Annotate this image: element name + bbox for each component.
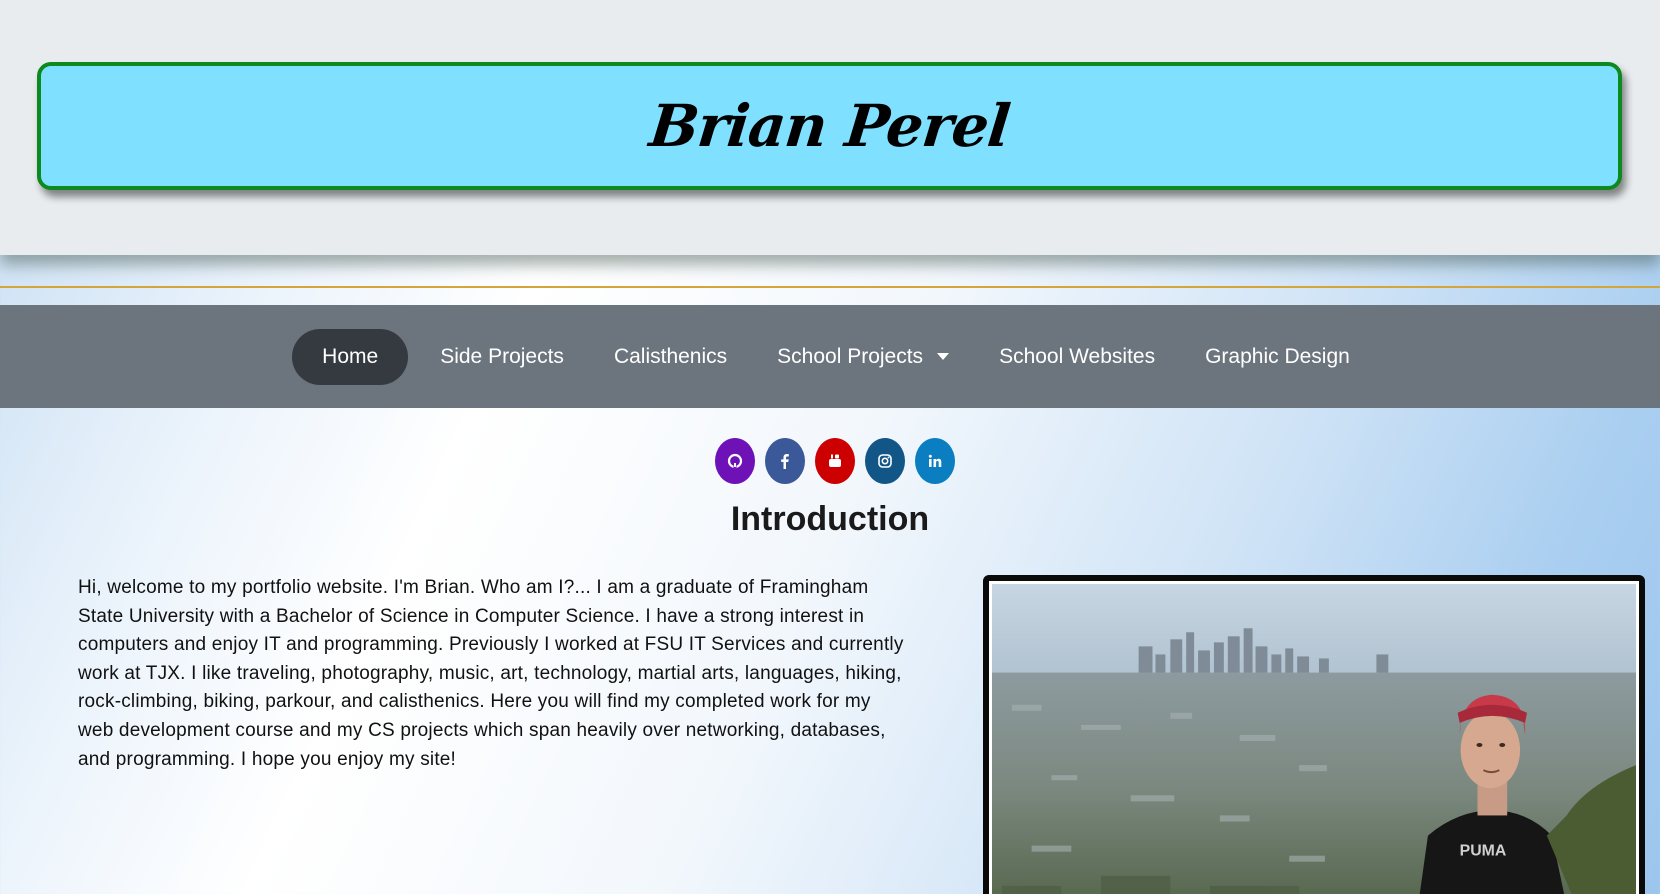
github-glyph: [727, 453, 743, 469]
shirt-text: PUMA: [1460, 843, 1507, 860]
profile-photo-frame: PUMA: [983, 575, 1645, 894]
site-title: Brian Perel: [646, 92, 1013, 160]
nav-item-label: School Projects: [777, 344, 924, 368]
city-skyline-image: PUMA: [992, 584, 1636, 894]
intro-paragraph: Hi, welcome to my portfolio website. I'm…: [78, 577, 904, 770]
nav-item-label: Side Projects: [440, 344, 564, 368]
nav-item-calisthenics[interactable]: Calisthenics: [596, 331, 745, 383]
section-title-introduction: Introduction: [730, 500, 930, 538]
nav-item-graphic-design[interactable]: Graphic Design: [1187, 331, 1368, 383]
github-icon[interactable]: [715, 438, 755, 484]
linkedin-icon[interactable]: [915, 438, 955, 484]
nav-item-home[interactable]: Home: [292, 328, 409, 385]
profile-photo: PUMA: [992, 584, 1636, 894]
nav-item-school-websites[interactable]: School Websites: [981, 331, 1173, 383]
nav-item-school-projects[interactable]: School Projects: [759, 331, 967, 383]
nav-item-side-projects[interactable]: Side Projects: [422, 331, 582, 383]
divider-line: [0, 286, 1660, 288]
social-links: [0, 438, 1660, 484]
navbar: Home Side Projects Calisthenics School P…: [0, 305, 1660, 408]
nav-list: Home Side Projects Calisthenics School P…: [292, 328, 1368, 385]
instagram-glyph: [878, 454, 892, 468]
nav-item-label: Calisthenics: [613, 344, 728, 368]
nav-item-label: Graphic Design: [1205, 344, 1350, 368]
youtube-glyph: [829, 454, 841, 467]
title-box: Brian Perel: [37, 62, 1622, 190]
header-band: Brian Perel: [0, 0, 1660, 255]
facebook-glyph: [781, 454, 789, 469]
facebook-icon[interactable]: [765, 438, 805, 484]
linkedin-glyph: [928, 454, 942, 467]
caret-down-icon: [937, 353, 950, 360]
youtube-icon[interactable]: [815, 438, 855, 484]
instagram-icon[interactable]: [865, 438, 905, 484]
nav-item-label: Home: [322, 344, 379, 368]
nav-item-label: School Websites: [999, 344, 1156, 368]
